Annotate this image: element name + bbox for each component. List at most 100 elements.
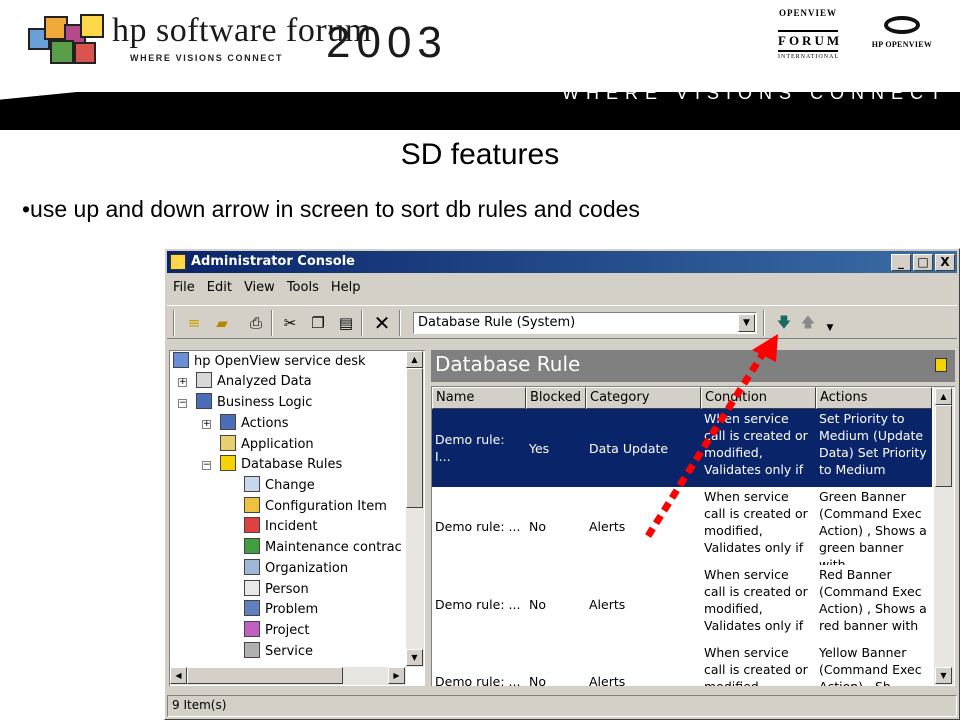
organization-icon bbox=[244, 559, 260, 575]
menu-tools[interactable]: Tools bbox=[281, 277, 325, 298]
cell-blocked: No bbox=[529, 596, 546, 612]
menu-bar: File Edit View Tools Help bbox=[167, 277, 957, 299]
cell-condition: When service call is created or modified… bbox=[704, 489, 808, 555]
tree-item-problem[interactable]: Problem bbox=[244, 600, 318, 620]
print-icon[interactable]: ⎙ bbox=[245, 313, 267, 333]
configuration-item-icon bbox=[244, 497, 260, 513]
tree-item-change[interactable]: Change bbox=[244, 476, 315, 496]
cell-name: Demo rule: ... bbox=[435, 674, 521, 686]
tree-vertical-scrollbar[interactable]: ▲ ▼ bbox=[406, 351, 424, 667]
cell-name: Demo rule: ... bbox=[435, 518, 521, 534]
forum-tagline: WHERE VISIONS CONNECT bbox=[130, 53, 284, 63]
tree-hscroll-thumb[interactable] bbox=[187, 667, 343, 684]
collapse-business-logic[interactable]: − bbox=[178, 399, 187, 408]
status-bar: 9 Item(s) bbox=[167, 695, 957, 717]
band-tagline: WHERE VISIONS CONNECT bbox=[562, 83, 949, 103]
toolbar-separator bbox=[763, 310, 765, 336]
table-row[interactable]: Demo rule: ... No Alerts When service ca… bbox=[432, 565, 932, 643]
incident-icon bbox=[244, 517, 260, 533]
paste-icon[interactable]: ▤ bbox=[335, 313, 357, 333]
column-header-condition[interactable]: Condition bbox=[701, 387, 816, 409]
openview-forum-main: FORUM bbox=[778, 30, 839, 52]
toolbar-overflow-icon[interactable]: ▼ bbox=[819, 318, 841, 338]
change-icon bbox=[244, 476, 260, 492]
column-header-blocked[interactable]: Blocked bbox=[526, 387, 586, 409]
grid-vertical-scrollbar[interactable]: ▲ ▼ bbox=[934, 387, 954, 685]
panel-header: Database Rule bbox=[431, 350, 955, 382]
tree-item-actions[interactable]: Actions bbox=[220, 414, 289, 434]
slide-title: SD features bbox=[400, 138, 560, 171]
slide-bullet: •use up and down arrow in screen to sort… bbox=[22, 196, 640, 222]
cut-icon[interactable]: ✂ bbox=[279, 313, 301, 333]
scroll-up-icon[interactable]: ▲ bbox=[935, 388, 952, 405]
close-button[interactable]: X bbox=[935, 254, 955, 271]
tree-scroll-thumb[interactable] bbox=[406, 368, 423, 508]
cell-condition: When service call is created or modified… bbox=[704, 567, 808, 633]
scroll-down-icon[interactable]: ▼ bbox=[935, 667, 952, 684]
new-database-icon[interactable]: ≡ bbox=[183, 313, 205, 333]
cell-actions: Red Banner (Command Exec Action) , Shows… bbox=[819, 567, 927, 633]
cell-blocked: No bbox=[529, 518, 546, 534]
expand-actions[interactable]: + bbox=[202, 420, 211, 429]
scroll-left-icon[interactable]: ◀ bbox=[170, 667, 187, 684]
window-title: Administrator Console bbox=[191, 254, 355, 269]
hp-openview-mark-icon bbox=[884, 16, 920, 34]
openview-forum-sub: INTERNATIONAL bbox=[778, 54, 839, 60]
tree-item-business-logic[interactable]: Business Logic bbox=[196, 393, 312, 413]
tree-item-incident[interactable]: Incident bbox=[244, 517, 317, 537]
view-selector-value: Database Rule (System) bbox=[418, 315, 576, 330]
scroll-down-icon[interactable]: ▼ bbox=[406, 649, 423, 666]
delete-icon[interactable]: ✕ bbox=[371, 313, 393, 333]
tree-item-person[interactable]: Person bbox=[244, 580, 309, 600]
menu-view[interactable]: View bbox=[238, 277, 281, 298]
cell-name: Demo rule: ... bbox=[435, 596, 521, 612]
tree-item-application[interactable]: Application bbox=[220, 435, 314, 455]
forum-year: 2003 bbox=[326, 18, 448, 67]
table-row[interactable]: Demo rule: I... Yes Data Update When ser… bbox=[432, 409, 932, 487]
minimize-button[interactable]: _ bbox=[891, 254, 911, 271]
menu-file[interactable]: File bbox=[167, 277, 201, 298]
tree-item-analyzed-data[interactable]: Analyzed Data bbox=[196, 372, 312, 392]
chevron-down-icon[interactable]: ▼ bbox=[738, 314, 755, 332]
tree-item-maintenance-contract[interactable]: Maintenance contrac bbox=[244, 538, 402, 558]
column-header-name[interactable]: Name bbox=[432, 387, 526, 409]
tree-item-project[interactable]: Project bbox=[244, 621, 309, 641]
open-folder-icon[interactable]: ▰ bbox=[211, 313, 233, 333]
copy-icon[interactable]: ❐ bbox=[307, 313, 329, 333]
cell-actions: Green Banner (Command Exec Action) , Sho… bbox=[819, 489, 927, 565]
person-icon bbox=[244, 580, 260, 596]
cell-category: Alerts bbox=[589, 674, 626, 686]
collapse-database-rules[interactable]: − bbox=[202, 461, 211, 470]
move-down-arrow-icon[interactable]: 🡇 bbox=[773, 313, 795, 333]
tree-item-configuration-item[interactable]: Configuration Item bbox=[244, 497, 387, 517]
column-header-category[interactable]: Category bbox=[586, 387, 701, 409]
toolbar-separator bbox=[361, 310, 363, 336]
column-header-actions[interactable]: Actions bbox=[816, 387, 932, 409]
hp-openview-text: HP OPENVIEW bbox=[871, 40, 933, 49]
database-rule-grid: Name Blocked Category Condition Actions … bbox=[431, 386, 955, 686]
tree-item-service[interactable]: Service bbox=[244, 642, 313, 662]
expand-analyzed-data[interactable]: + bbox=[178, 378, 187, 387]
grid-scroll-thumb[interactable] bbox=[935, 405, 952, 487]
window-titlebar[interactable]: Administrator Console _ □ X bbox=[167, 251, 957, 273]
tree-horizontal-scrollbar[interactable]: ◀ ▶ bbox=[170, 667, 406, 685]
move-up-arrow-icon[interactable]: 🡅 bbox=[797, 313, 819, 333]
menu-help[interactable]: Help bbox=[325, 277, 367, 298]
scroll-right-icon[interactable]: ▶ bbox=[388, 667, 405, 684]
table-row[interactable]: Demo rule: ... No Alerts When service ca… bbox=[432, 487, 932, 565]
cell-category: Alerts bbox=[589, 518, 626, 534]
tree-item-service-desk[interactable]: hp OpenView service desk bbox=[173, 352, 366, 372]
view-selector-combo[interactable]: Database Rule (System) ▼ bbox=[413, 312, 757, 334]
problem-icon bbox=[244, 600, 260, 616]
menu-edit[interactable]: Edit bbox=[201, 277, 238, 298]
openview-forum-logo: OPENVIEW FORUM INTERNATIONAL bbox=[778, 8, 839, 66]
tree-item-organization[interactable]: Organization bbox=[244, 559, 348, 579]
maximize-button[interactable]: □ bbox=[913, 254, 933, 271]
table-row[interactable]: Demo rule: ... No Alerts When service ca… bbox=[432, 643, 932, 686]
panel-title: Database Rule bbox=[435, 352, 581, 376]
toolbar-separator bbox=[173, 310, 175, 336]
cell-condition: When service call is created or modified bbox=[704, 645, 808, 686]
scroll-up-icon[interactable]: ▲ bbox=[406, 351, 423, 368]
application-icon bbox=[220, 435, 236, 451]
tree-item-database-rules[interactable]: Database Rules bbox=[220, 455, 342, 475]
